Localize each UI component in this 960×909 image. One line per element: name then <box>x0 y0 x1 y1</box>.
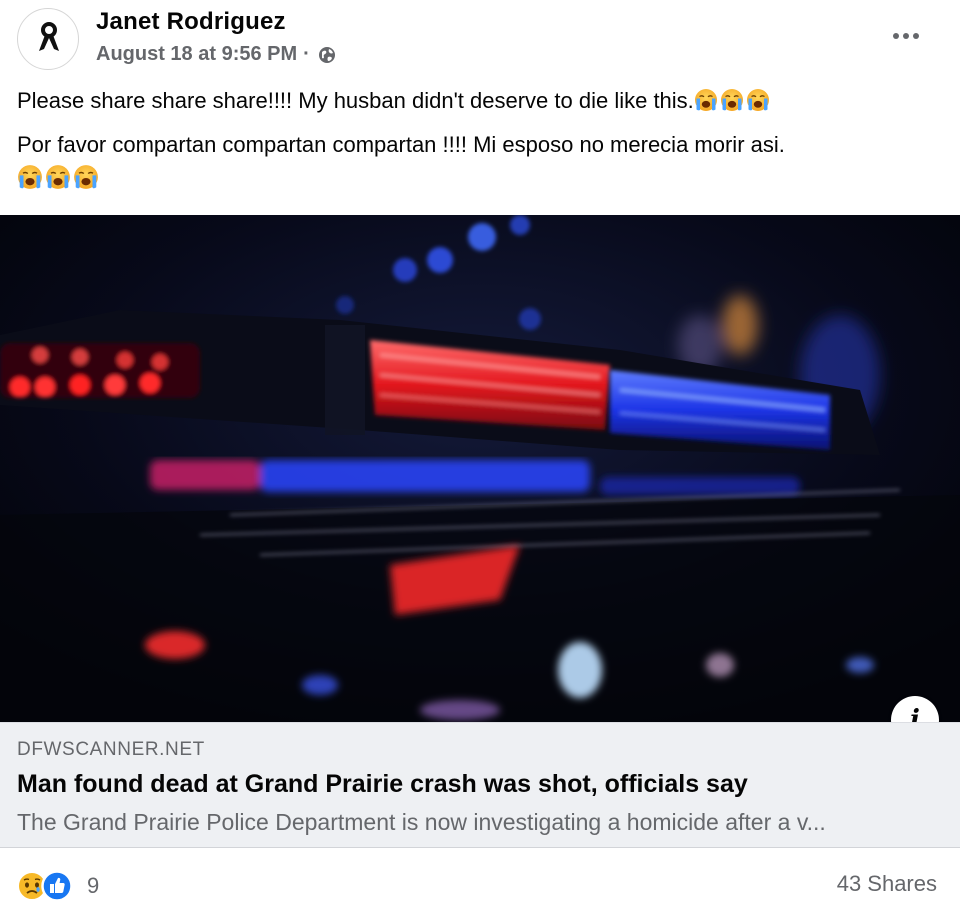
like-reaction-icon <box>41 870 73 902</box>
globe-icon[interactable] <box>318 46 336 64</box>
avatar[interactable] <box>17 8 79 70</box>
post-text-spanish: Por favor compartan compartan compartan … <box>17 128 937 196</box>
crying-face-icon <box>17 164 43 190</box>
post-body: Please share share share!!!! My husban d… <box>17 84 937 196</box>
crying-face-icon <box>720 88 744 112</box>
post-meta: August 18 at 9:56 PM · <box>96 43 336 66</box>
more-options-icon[interactable] <box>886 22 926 50</box>
link-headline[interactable]: Man found dead at Grand Prairie crash wa… <box>17 770 748 799</box>
link-description: The Grand Prairie Police Department is n… <box>17 809 826 835</box>
police-lights-image[interactable] <box>0 215 960 722</box>
reaction-count: 9 <box>87 873 100 898</box>
crying-emoji-group <box>17 164 99 190</box>
crying-face-icon <box>73 164 99 190</box>
post-text-english: Please share share share!!!! My husban d… <box>17 84 937 118</box>
link-preview-card[interactable]: DFWSCANNER.NET Man found dead at Grand P… <box>0 722 960 848</box>
crying-face-icon <box>45 164 71 190</box>
author-name[interactable]: Janet Rodriguez <box>96 8 286 36</box>
crying-face-icon <box>694 88 718 112</box>
crying-face-icon <box>746 88 770 112</box>
ribbon-icon <box>39 22 59 51</box>
post-text-english-content: Please share share share!!!! My husban d… <box>17 88 694 113</box>
post-footer: 9 43 Shares <box>0 848 960 909</box>
post-text-spanish-content: Por favor compartan compartan compartan … <box>17 132 785 157</box>
shares-count[interactable]: 43 Shares <box>837 871 937 897</box>
post-timestamp[interactable]: August 18 at 9:56 PM <box>96 43 297 66</box>
link-domain: DFWSCANNER.NET <box>17 739 205 760</box>
post-header: Janet Rodriguez August 18 at 9:56 PM · <box>0 0 960 84</box>
crying-emoji-group <box>694 88 770 112</box>
reactions-summary[interactable]: 9 <box>17 870 99 902</box>
meta-separator: · <box>303 43 310 65</box>
